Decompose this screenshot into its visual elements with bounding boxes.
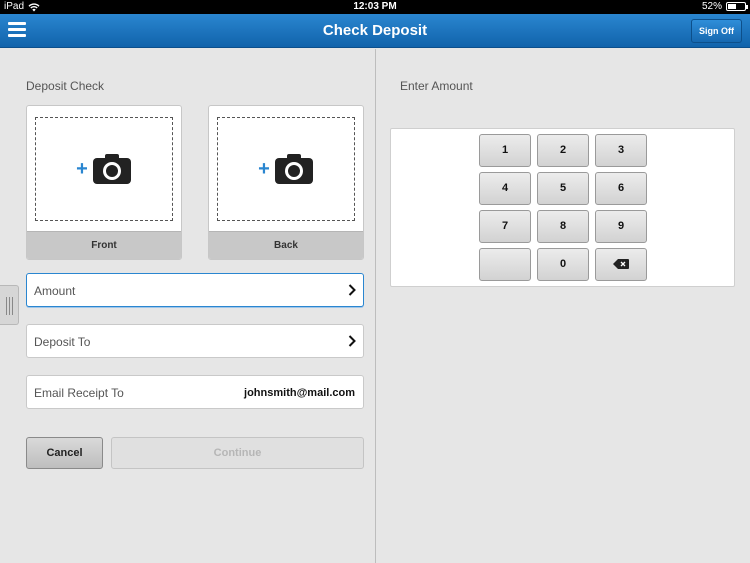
deposit-check-panel: Deposit Check + Front + Back Amount Depo… [0,49,375,563]
chevron-right-icon [348,335,356,347]
app-header: Check Deposit Sign Off [0,14,750,48]
enter-amount-label: Enter Amount [400,79,473,93]
key-blank[interactable] [479,248,531,281]
chevron-right-icon [348,284,356,296]
key-9[interactable]: 9 [595,210,647,243]
page-title: Check Deposit [322,22,428,39]
backspace-icon [613,259,629,270]
key-6[interactable]: 6 [595,172,647,205]
hamburger-menu-icon[interactable] [8,22,26,38]
key-7[interactable]: 7 [479,210,531,243]
status-bar: iPad 12:03 PM 52% [0,0,750,14]
key-0[interactable]: 0 [537,248,589,281]
key-3[interactable]: 3 [595,134,647,167]
side-drawer-handle[interactable] [0,285,19,325]
numeric-keypad: 1 2 3 4 5 6 7 8 9 0 [390,128,735,287]
enter-amount-panel: Enter Amount 1 2 3 4 5 6 7 8 9 0 [376,49,750,563]
email-receipt-label: Email Receipt To [34,386,124,400]
backspace-key[interactable] [595,248,647,281]
deposit-check-label: Deposit Check [26,79,105,93]
battery-fill [728,4,737,9]
front-image-capture[interactable]: + Front [26,105,182,260]
key-8[interactable]: 8 [537,210,589,243]
front-label: Front [27,231,181,259]
amount-label: Amount [34,284,76,298]
key-4[interactable]: 4 [479,172,531,205]
email-value: johnsmith@mail.com [244,387,355,399]
back-drop-zone: + [217,117,355,221]
deposit-to-field[interactable]: Deposit To [26,324,364,358]
plus-icon: + [258,158,270,180]
key-5[interactable]: 5 [537,172,589,205]
deposit-to-label: Deposit To [34,335,91,349]
email-receipt-field[interactable]: Email Receipt To johnsmith@mail.com [26,375,364,409]
battery-icon [726,2,748,11]
plus-icon: + [76,158,88,180]
key-2[interactable]: 2 [537,134,589,167]
back-image-capture[interactable]: + Back [208,105,364,260]
cancel-button[interactable]: Cancel [26,437,103,469]
amount-field[interactable]: Amount [26,273,364,307]
continue-button[interactable]: Continue [111,437,364,469]
back-label: Back [209,231,363,259]
camera-icon [92,154,131,184]
camera-icon [274,154,313,184]
front-drop-zone: + [35,117,173,221]
status-time: 12:03 PM [353,1,397,12]
sign-off-button[interactable]: Sign Off [691,19,742,43]
battery-percent: 52% [701,1,722,12]
key-1[interactable]: 1 [479,134,531,167]
